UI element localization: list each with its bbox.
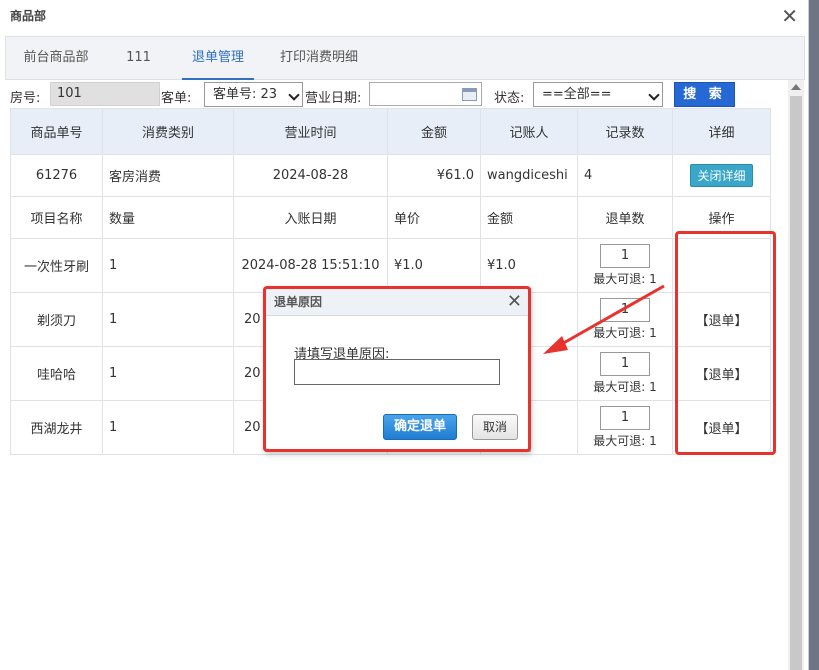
order-row: 61276 客房消费 2024-08-28 ¥61.0 wangdiceshi … — [10, 154, 771, 197]
order-record-count: 4 — [577, 154, 673, 197]
order-business-time: 2024-08-28 — [233, 154, 388, 197]
window-titlebar: 商品部 ✕ — [0, 0, 808, 32]
item-header-row: 项目名称 数量 入账日期 单价 金额 退单数 操作 — [10, 196, 771, 239]
dialog-titlebar: 退单原因 ✕ — [266, 289, 530, 316]
refund-qty-cell: 1 最大可退: 1 — [577, 400, 673, 455]
close-detail-button[interactable]: 关闭详细 — [690, 164, 753, 187]
refund-reason-input[interactable] — [294, 359, 500, 385]
tab-111[interactable]: 111 — [116, 37, 161, 78]
item-amount: ¥1.0 — [480, 238, 578, 293]
column-header: 详细 — [672, 108, 771, 155]
column-header: 商品单号 — [10, 108, 103, 155]
order-amount: ¥61.0 — [387, 154, 481, 197]
order-id: 61276 — [10, 154, 103, 197]
chevron-down-icon — [288, 89, 300, 101]
business-date-label: 营业日期: — [305, 91, 362, 106]
status-select[interactable]: ==全部== — [533, 82, 663, 107]
window-title: 商品部 — [10, 9, 47, 23]
order-category: 客房消费 — [102, 154, 234, 197]
item-column-header: 数量 — [102, 196, 234, 239]
cancel-button[interactable]: 取消 — [472, 414, 518, 440]
column-header: 记录数 — [577, 108, 673, 155]
refund-reason-dialog: 退单原因 ✕ 请填写退单原因: 确定退单 取消 — [265, 288, 531, 452]
table-row: 一次性牙刷 1 2024-08-28 15:51:10 ¥1.0 ¥1.0 1 … — [10, 238, 771, 293]
tab-print-consumption[interactable]: 打印消费明细 — [271, 37, 367, 78]
refund-qty-cell: 1 最大可退: 1 — [577, 346, 673, 401]
column-header: 金额 — [387, 108, 481, 155]
close-icon[interactable]: ✕ — [781, 0, 798, 32]
item-qty: 1 — [102, 238, 234, 293]
dialog-title: 退单原因 — [274, 295, 323, 309]
item-name: 剃须刀 — [10, 292, 103, 347]
item-column-header: 退单数 — [577, 196, 673, 239]
refund-qty-input[interactable]: 1 — [600, 298, 650, 322]
status-label: 状态: — [494, 91, 525, 106]
item-name: 哇哈哈 — [10, 346, 103, 401]
item-qty: 1 — [102, 400, 234, 455]
order-select-value: 客单号: 23 — [213, 87, 278, 102]
vertical-scrollbar[interactable] — [788, 80, 804, 670]
calendar-icon[interactable] — [462, 88, 477, 101]
item-column-header: 金额 — [480, 196, 578, 239]
confirm-refund-button[interactable]: 确定退单 — [383, 414, 457, 440]
max-refund-text: 最大可退: 1 — [593, 380, 657, 394]
item-qty: 1 — [102, 292, 234, 347]
tab-bar: 前台商品部 111 退单管理 打印消费明细 — [5, 36, 805, 80]
refund-qty-cell: 1 最大可退: 1 — [577, 292, 673, 347]
tab-front-goods[interactable]: 前台商品部 — [16, 37, 96, 78]
item-name: 一次性牙刷 — [10, 238, 103, 293]
column-header: 营业时间 — [233, 108, 388, 155]
order-number-select[interactable]: 客单号: 23 — [204, 82, 303, 107]
order-label: 客单: — [161, 91, 192, 106]
item-column-header: 单价 — [387, 196, 481, 239]
business-date-field[interactable] — [369, 82, 482, 106]
max-refund-text: 最大可退: 1 — [593, 272, 657, 286]
tab-refund-management[interactable]: 退单管理 — [182, 37, 254, 80]
close-icon[interactable]: ✕ — [507, 289, 522, 315]
column-header: 消费类别 — [102, 108, 234, 155]
order-bookkeeper: wangdiceshi — [480, 154, 578, 197]
search-button[interactable]: 搜 索 — [674, 82, 735, 107]
refund-qty-input[interactable]: 1 — [600, 406, 650, 430]
max-refund-text: 最大可退: 1 — [593, 434, 657, 448]
table-header-row: 商品单号 消费类别 营业时间 金额 记账人 记录数 详细 — [10, 108, 771, 155]
item-qty: 1 — [102, 346, 234, 401]
refund-qty-input[interactable]: 1 — [600, 244, 650, 268]
status-select-value: ==全部== — [542, 87, 612, 102]
item-name: 西湖龙井 — [10, 400, 103, 455]
action-column-highlight — [675, 231, 776, 455]
max-refund-text: 最大可退: 1 — [593, 326, 657, 340]
chevron-down-icon — [648, 89, 660, 101]
room-label: 房号: — [10, 91, 41, 106]
item-column-header: 项目名称 — [10, 196, 103, 239]
item-price: ¥1.0 — [387, 238, 481, 293]
refund-qty-cell: 1 最大可退: 1 — [577, 238, 673, 293]
item-column-header: 入账日期 — [233, 196, 388, 239]
item-date: 2024-08-28 15:51:10 — [233, 238, 388, 293]
column-header: 记账人 — [480, 108, 578, 155]
detail-cell: 关闭详细 — [672, 154, 771, 197]
room-number-field[interactable]: 101 — [50, 82, 160, 106]
refund-qty-input[interactable]: 1 — [600, 352, 650, 376]
scrollbar-thumb[interactable] — [790, 96, 802, 670]
scroll-up-icon[interactable] — [791, 84, 801, 90]
